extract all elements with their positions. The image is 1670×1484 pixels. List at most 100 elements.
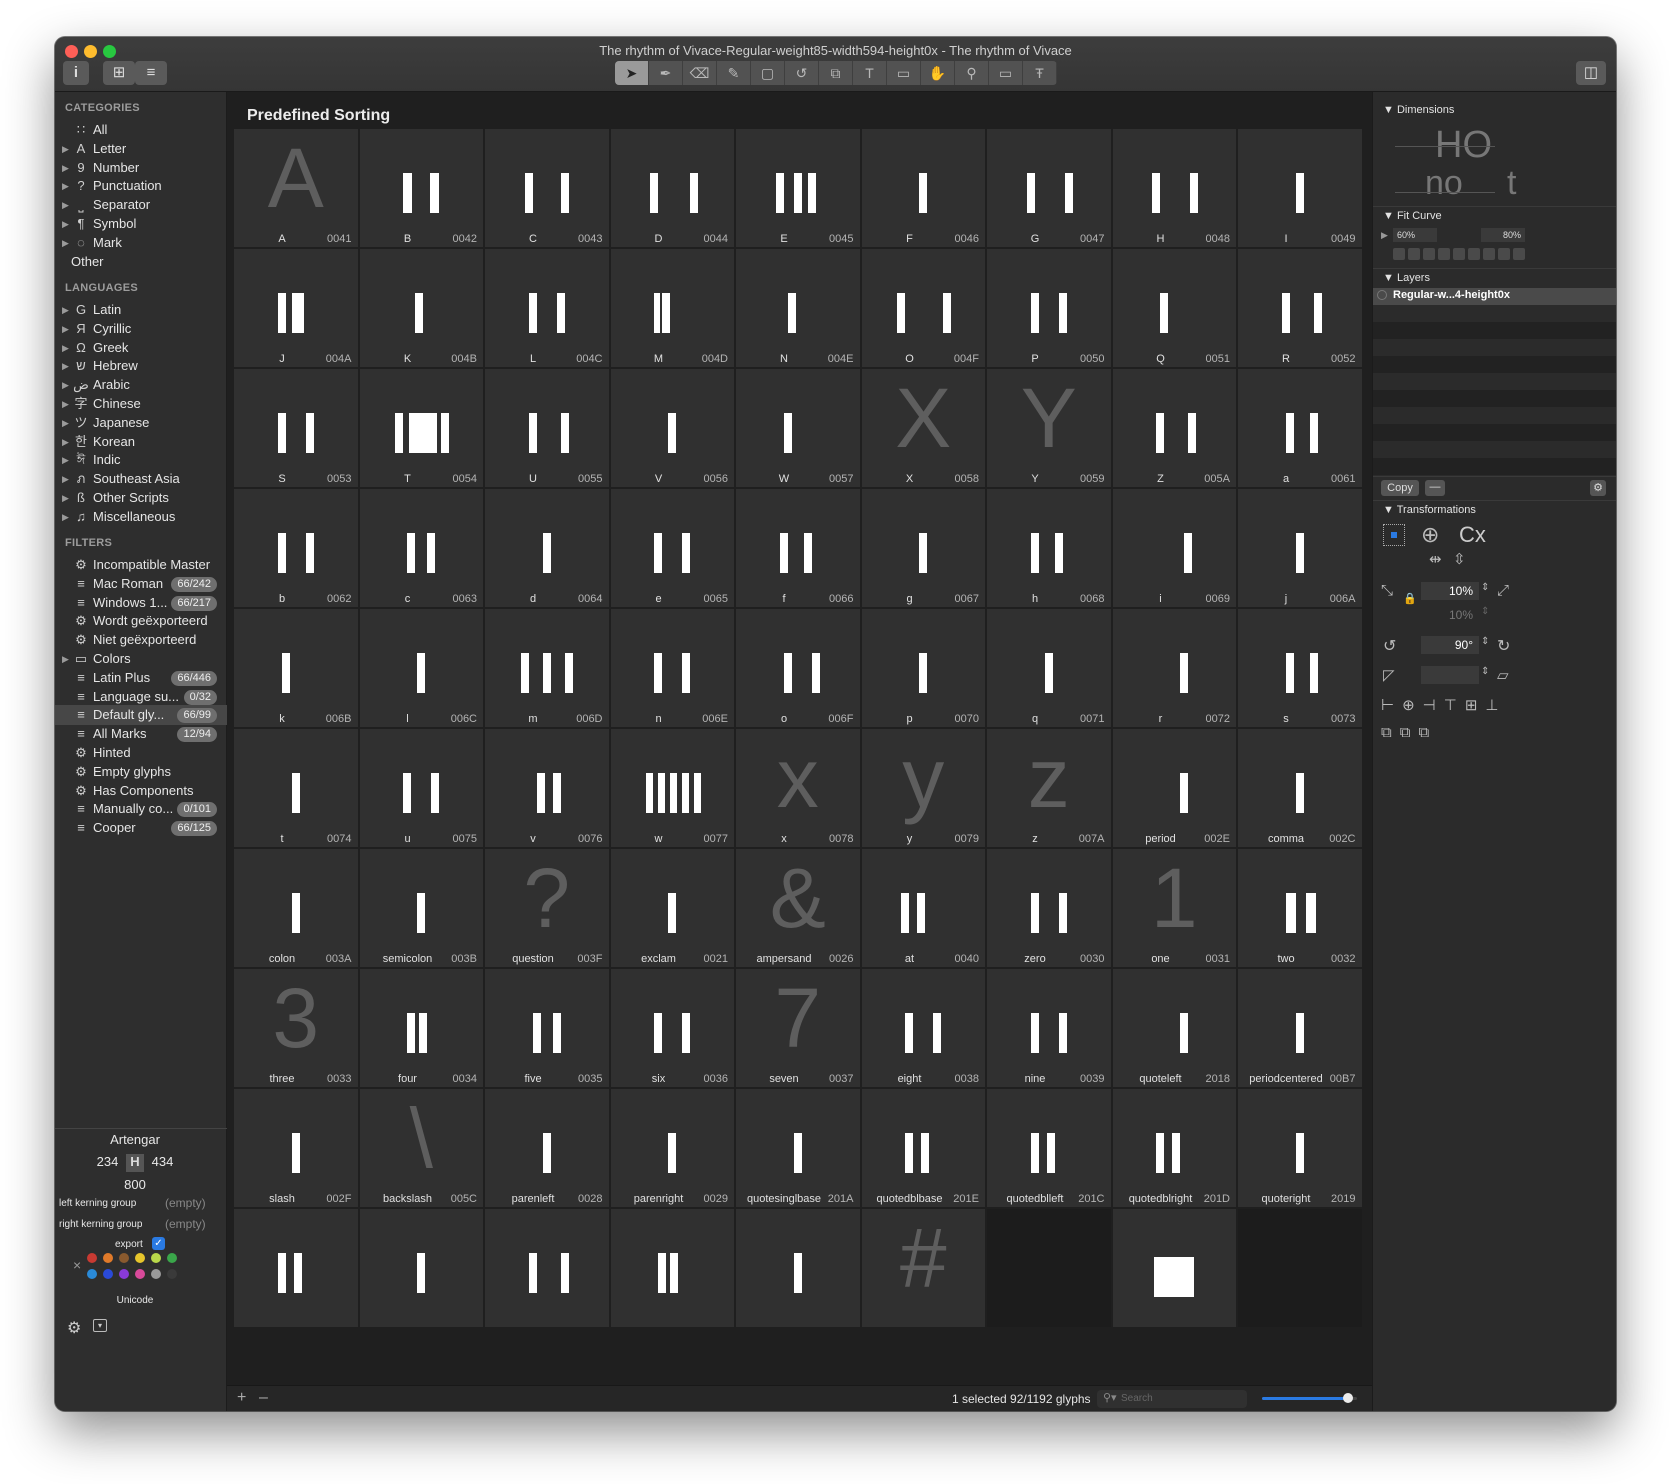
glyph-cell[interactable]: x x 0078 — [736, 729, 860, 847]
filter-item[interactable]: ≡ Cooper 66/125 — [55, 818, 227, 838]
filter-item[interactable]: ⚙ Incompatible Master — [55, 555, 227, 575]
filter-item[interactable]: ⚙ Hinted — [55, 743, 227, 763]
rotate-tool-icon[interactable]: ↺ — [785, 61, 819, 85]
glyph-cell[interactable]: Y Y 0059 — [987, 369, 1111, 487]
glyph-cell[interactable]: H 0048 — [1112, 129, 1236, 247]
glyph-cell[interactable]: L 004C — [485, 249, 609, 367]
zoom-slider[interactable] — [1262, 1393, 1357, 1403]
text-tool-icon[interactable]: T — [853, 61, 887, 85]
fit-step-button[interactable] — [1468, 248, 1480, 260]
glyph-cell[interactable]: quoteleft 2018 — [1112, 969, 1236, 1087]
bounding-box-icon[interactable] — [1383, 524, 1405, 546]
flip-horizontal-icon[interactable]: ⇹ — [1429, 550, 1442, 568]
annotation-tool-icon[interactable]: ▭ — [887, 61, 921, 85]
glyph-cell[interactable]: h 0068 — [987, 489, 1111, 607]
glyph-cell[interactable]: g 0067 — [861, 489, 985, 607]
origin-target-icon[interactable]: ⊕ — [1421, 522, 1439, 548]
glyph-cell[interactable]: V 0056 — [610, 369, 734, 487]
copy-button[interactable]: Copy — [1381, 480, 1419, 496]
language-item[interactable]: ▶ 字 Chinese — [55, 394, 227, 414]
glyph-cell[interactable] — [736, 1209, 860, 1327]
glyph-cell[interactable]: F 0046 — [861, 129, 985, 247]
no-color-icon[interactable]: × — [73, 1257, 81, 1273]
language-item[interactable]: ▶ ツ Japanese — [55, 413, 227, 433]
fit-step-button[interactable] — [1483, 248, 1495, 260]
color-swatch[interactable] — [151, 1253, 161, 1263]
grid-view-button[interactable]: ⊞ — [103, 61, 135, 85]
color-swatch[interactable] — [151, 1269, 161, 1279]
disclosure-triangle-icon[interactable]: ▶ — [62, 195, 69, 215]
glyph-cell[interactable] — [1112, 1209, 1236, 1327]
glyph-cell[interactable]: B 0042 — [359, 129, 483, 247]
glyph-cell[interactable]: U 0055 — [485, 369, 609, 487]
disclosure-triangle-icon[interactable]: ▶ — [62, 356, 69, 376]
disclosure-triangle-icon[interactable]: ▶ — [62, 507, 69, 527]
disclosure-triangle-icon[interactable]: ▶ — [62, 469, 69, 489]
rotate-right-icon[interactable]: ↻ — [1497, 636, 1510, 656]
color-swatch[interactable] — [87, 1253, 97, 1263]
glyph-cell[interactable]: K 004B — [359, 249, 483, 367]
glyph-cell[interactable]: u 0075 — [359, 729, 483, 847]
fit-step-button[interactable] — [1438, 248, 1450, 260]
glyph-cell[interactable]: colon 003A — [234, 849, 358, 967]
lock-icon[interactable]: 🔒 — [1403, 592, 1417, 605]
language-item[interactable]: ▶ ض Arabic — [55, 375, 227, 395]
glyph-cell[interactable]: O 004F — [861, 249, 985, 367]
glyph-cell[interactable]: j 006A — [1238, 489, 1362, 607]
fit-curve-header[interactable]: ▼ Fit Curve — [1383, 210, 1442, 222]
fit-step-button[interactable] — [1513, 248, 1525, 260]
glyph-cell[interactable]: o 006F — [736, 609, 860, 727]
glyph-cell[interactable]: A A 0041 — [234, 129, 358, 247]
filter-item[interactable]: ≡ Manually co... 0/101 — [55, 799, 227, 819]
glyph-cell[interactable]: # — [861, 1209, 985, 1327]
glyph-cell[interactable]: quotedblbase 201E — [861, 1089, 985, 1207]
rotate-left-icon[interactable]: ↺ — [1383, 636, 1396, 656]
filter-item[interactable]: ≡ All Marks 12/94 — [55, 724, 227, 744]
paste-button[interactable]: — — [1425, 480, 1445, 496]
filter-item[interactable]: ≡ Latin Plus 66/446 — [55, 668, 227, 688]
glyph-cell[interactable]: four 0034 — [359, 969, 483, 1087]
layer-row[interactable]: Regular-w...4-height0x — [1373, 288, 1616, 305]
color-swatch[interactable] — [167, 1253, 177, 1263]
glyph-cell[interactable]: G 0047 — [987, 129, 1111, 247]
color-swatch[interactable] — [135, 1269, 145, 1279]
lsb-value[interactable]: 234 — [97, 1154, 119, 1169]
glyph-cell[interactable]: P 0050 — [987, 249, 1111, 367]
glyph-cell[interactable]: q 0071 — [987, 609, 1111, 727]
stepper-icon[interactable]: ⇕ — [1481, 636, 1489, 647]
glyph-cell[interactable]: l 006C — [359, 609, 483, 727]
glyph-cell[interactable]: w 0077 — [610, 729, 734, 847]
glyph-cell[interactable]: quotesinglbase 201A — [736, 1089, 860, 1207]
stepper-icon[interactable]: ⇕ — [1481, 666, 1489, 677]
width-value[interactable]: 800 — [55, 1177, 215, 1192]
slant-right-icon[interactable]: ▱ — [1497, 666, 1509, 684]
glyph-cell[interactable]: e 0065 — [610, 489, 734, 607]
scale-y-field[interactable]: 10% — [1421, 606, 1479, 624]
glyph-cell[interactable]: D 0044 — [610, 129, 734, 247]
glyph-cell[interactable] — [610, 1209, 734, 1327]
measure-tool-icon[interactable]: ▭ — [989, 61, 1023, 85]
color-swatch[interactable] — [103, 1269, 113, 1279]
glyph-cell[interactable]: X X 0058 — [861, 369, 985, 487]
disclosure-triangle-icon[interactable]: ▶ — [62, 649, 69, 669]
glyph-cell[interactable]: d 0064 — [485, 489, 609, 607]
hand-tool-icon[interactable]: ✋ — [921, 61, 955, 85]
glyph-cell[interactable]: parenright 0029 — [610, 1089, 734, 1207]
glyph-cell[interactable]: at 0040 — [861, 849, 985, 967]
language-item[interactable]: ▶ 한 Korean — [55, 432, 227, 452]
add-glyph-button[interactable]: + — [237, 1389, 246, 1407]
glyph-cell[interactable]: 7 seven 0037 — [736, 969, 860, 1087]
scale-down-icon[interactable]: ⤡ — [1381, 582, 1393, 599]
glyph-cell[interactable]: y y 0079 — [861, 729, 985, 847]
glyph-cell[interactable]: semicolon 003B — [359, 849, 483, 967]
union-icon[interactable]: ⧉ — [1381, 724, 1400, 741]
disclosure-triangle-icon[interactable]: ▶ — [62, 176, 69, 196]
disclosure-right-icon[interactable]: ▶ — [1381, 230, 1388, 241]
glyph-cell[interactable]: C 0043 — [485, 129, 609, 247]
stepper-icon[interactable]: ⇕ — [1481, 606, 1489, 617]
stepper-icon[interactable]: ⇕ — [1481, 582, 1489, 593]
export-checkbox[interactable]: ✓ — [152, 1237, 165, 1250]
disclosure-triangle-icon[interactable]: ▶ — [62, 139, 69, 159]
align-bottom-icon[interactable]: ⊥ — [1485, 697, 1506, 714]
color-swatch[interactable] — [103, 1253, 113, 1263]
